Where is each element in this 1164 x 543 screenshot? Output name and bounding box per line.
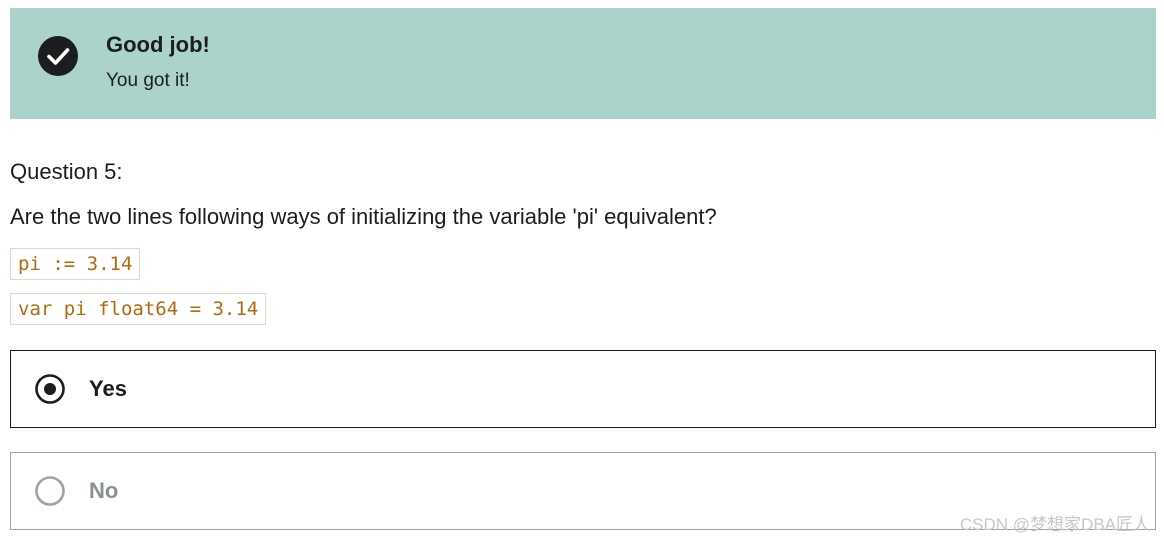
check-circle-icon — [38, 36, 78, 76]
radio-selected-icon[interactable] — [34, 373, 66, 405]
option-label: Yes — [89, 376, 127, 401]
watermark: CSDN @梦想家DBA匠人 — [959, 515, 1150, 534]
question-text: Are the two lines following ways of init… — [10, 204, 717, 229]
banner-title: Good job! — [106, 32, 210, 57]
banner-subtitle: You got it! — [106, 70, 190, 91]
code-snippet: var pi float64 = 3.14 — [10, 293, 267, 325]
radio-empty-icon[interactable] — [34, 475, 66, 507]
question-number: Question 5: — [10, 159, 123, 184]
answer-option-yes[interactable]: Yes — [10, 350, 1156, 428]
code-snippet: pi := 3.14 — [10, 248, 141, 280]
success-banner: Good job! You got it! — [10, 8, 1156, 119]
option-label: No — [89, 478, 119, 503]
